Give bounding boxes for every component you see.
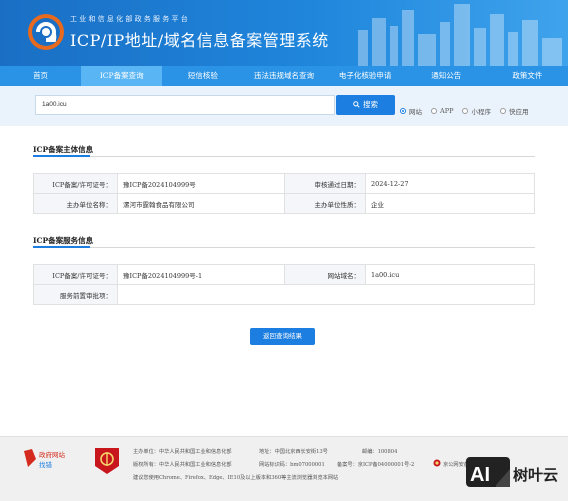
nav-notices[interactable]: 通知公告	[406, 66, 487, 86]
miit-logo-icon	[28, 14, 64, 50]
subject-info-table: ICP备案/许可证号： 豫ICP备2024104999号 审核通过日期： 202…	[33, 173, 535, 214]
footer-postcode: 邮编：100804	[362, 449, 398, 455]
radio-dot-icon	[499, 108, 506, 114]
table-row: ICP备案/许可证号： 豫ICP备2024104999号-1 网站域名： 1a0…	[33, 264, 535, 285]
header-title: ICP/IP地址/域名信息备案管理系统	[70, 31, 329, 50]
search-input[interactable]: 1a00.icu	[35, 95, 335, 115]
radio-label: 小程序	[471, 108, 491, 116]
main-nav: 首页 ICP备案查询 短信核验 违法违规域名查询 电子化核验申请 通知公告 政策…	[0, 66, 568, 86]
table-row: ICP备案/许可证号： 豫ICP备2024104999号 审核通过日期： 202…	[33, 173, 535, 194]
search-button[interactable]: 搜索	[336, 95, 395, 115]
radio-dot-icon	[431, 108, 437, 114]
police-badge-icon	[433, 459, 441, 467]
footer-browser-tip: 建议您使用Chrome、Firefox、Edge、IE10及以上版本和360等主…	[133, 475, 339, 481]
preapproval-label: 服务前置审批项：	[33, 284, 118, 305]
footer-site-id: 网站标识码：bm07000001	[259, 462, 325, 468]
service-info-table: ICP备案/许可证号： 豫ICP备2024104999号-1 网站域名： 1a0…	[33, 264, 535, 305]
table-row: 服务前置审批项：	[33, 284, 535, 305]
radio-quickapp[interactable]: 快应用	[499, 106, 529, 116]
service-license-label: ICP备案/许可证号：	[33, 264, 118, 285]
header-banner: 工 业 和 信 息 化 部 政 务 服 务 平 台 ICP/IP地址/域名信息备…	[0, 0, 568, 66]
watermark-text: 树叶云	[513, 466, 558, 484]
service-section-title: ICP备案服务信息	[33, 236, 94, 245]
section-underline	[33, 246, 90, 248]
approve-date-label: 审核通过日期：	[284, 173, 366, 194]
radio-label: 网站	[409, 108, 422, 116]
subject-section-title: ICP备案主体信息	[33, 145, 94, 154]
search-type-radios: 网站 APP 小程序 快应用	[400, 106, 537, 116]
nav-policy[interactable]: 政策文件	[487, 66, 568, 86]
watermark-logo-icon: AI 树叶云	[466, 457, 558, 487]
table-row: 主办单位名称： 漯河市霆翰食品有限公司 主办单位性质： 企业	[33, 193, 535, 214]
approve-date-value: 2024-12-27	[365, 173, 535, 194]
org-type-value: 企业	[365, 193, 535, 214]
footer-host: 主办单位：中华人民共和国工业和信息化部	[133, 449, 232, 455]
radio-website[interactable]: 网站	[400, 106, 422, 116]
header-subtitle: 工 业 和 信 息 化 部 政 务 服 务 平 台	[70, 15, 188, 23]
skyline-decoration	[358, 4, 562, 66]
radio-label: 快应用	[508, 108, 529, 116]
org-name-label: 主办单位名称：	[33, 193, 118, 214]
footer-copyright: 版权所有：中华人民共和国工业和信息化部	[133, 462, 232, 468]
section-divider	[33, 156, 535, 157]
org-name-value: 漯河市霆翰食品有限公司	[117, 193, 285, 214]
nav-sms-verify[interactable]: 短信核验	[162, 66, 243, 86]
license-label: ICP备案/许可证号：	[33, 173, 118, 194]
footer-icp-link[interactable]: 备案号：京ICP备04000001号-2	[337, 461, 414, 468]
domain-label: 网站域名：	[284, 264, 366, 285]
search-button-label: 搜索	[363, 100, 378, 109]
nav-icp-query[interactable]: ICP备案查询	[81, 66, 163, 86]
badge-text-report: 找错	[39, 460, 53, 469]
service-license-value: 豫ICP备2024104999号-1	[117, 264, 285, 285]
license-value: 豫ICP备2024104999号	[117, 173, 285, 194]
nav-home[interactable]: 首页	[0, 66, 81, 86]
badge-text-gov: 政府网站	[39, 450, 66, 459]
radio-miniprogram[interactable]: 小程序	[462, 106, 491, 116]
watermark-badge: AI	[470, 464, 490, 486]
radio-label: APP	[440, 107, 454, 115]
org-type-label: 主办单位性质：	[284, 193, 366, 214]
section-divider	[33, 247, 535, 248]
radio-app[interactable]: APP	[431, 107, 453, 115]
gov-website-badge-icon[interactable]: 政府网站 找错	[22, 447, 68, 471]
footer-address: 地址：中国北京西长安街13号	[259, 449, 328, 455]
search-icon	[353, 101, 360, 108]
radio-dot-icon	[400, 108, 406, 114]
radio-dot-icon	[462, 108, 469, 114]
section-underline	[33, 155, 90, 157]
nav-illegal-domain[interactable]: 违法违规域名查询	[243, 66, 324, 86]
domain-value: 1a00.icu	[365, 264, 535, 285]
party-emblem-icon[interactable]	[93, 446, 121, 476]
nav-e-verify[interactable]: 电子化核验申请	[325, 66, 406, 86]
back-to-results-button[interactable]: 返回查询结果	[250, 328, 315, 345]
preapproval-value	[117, 284, 535, 305]
